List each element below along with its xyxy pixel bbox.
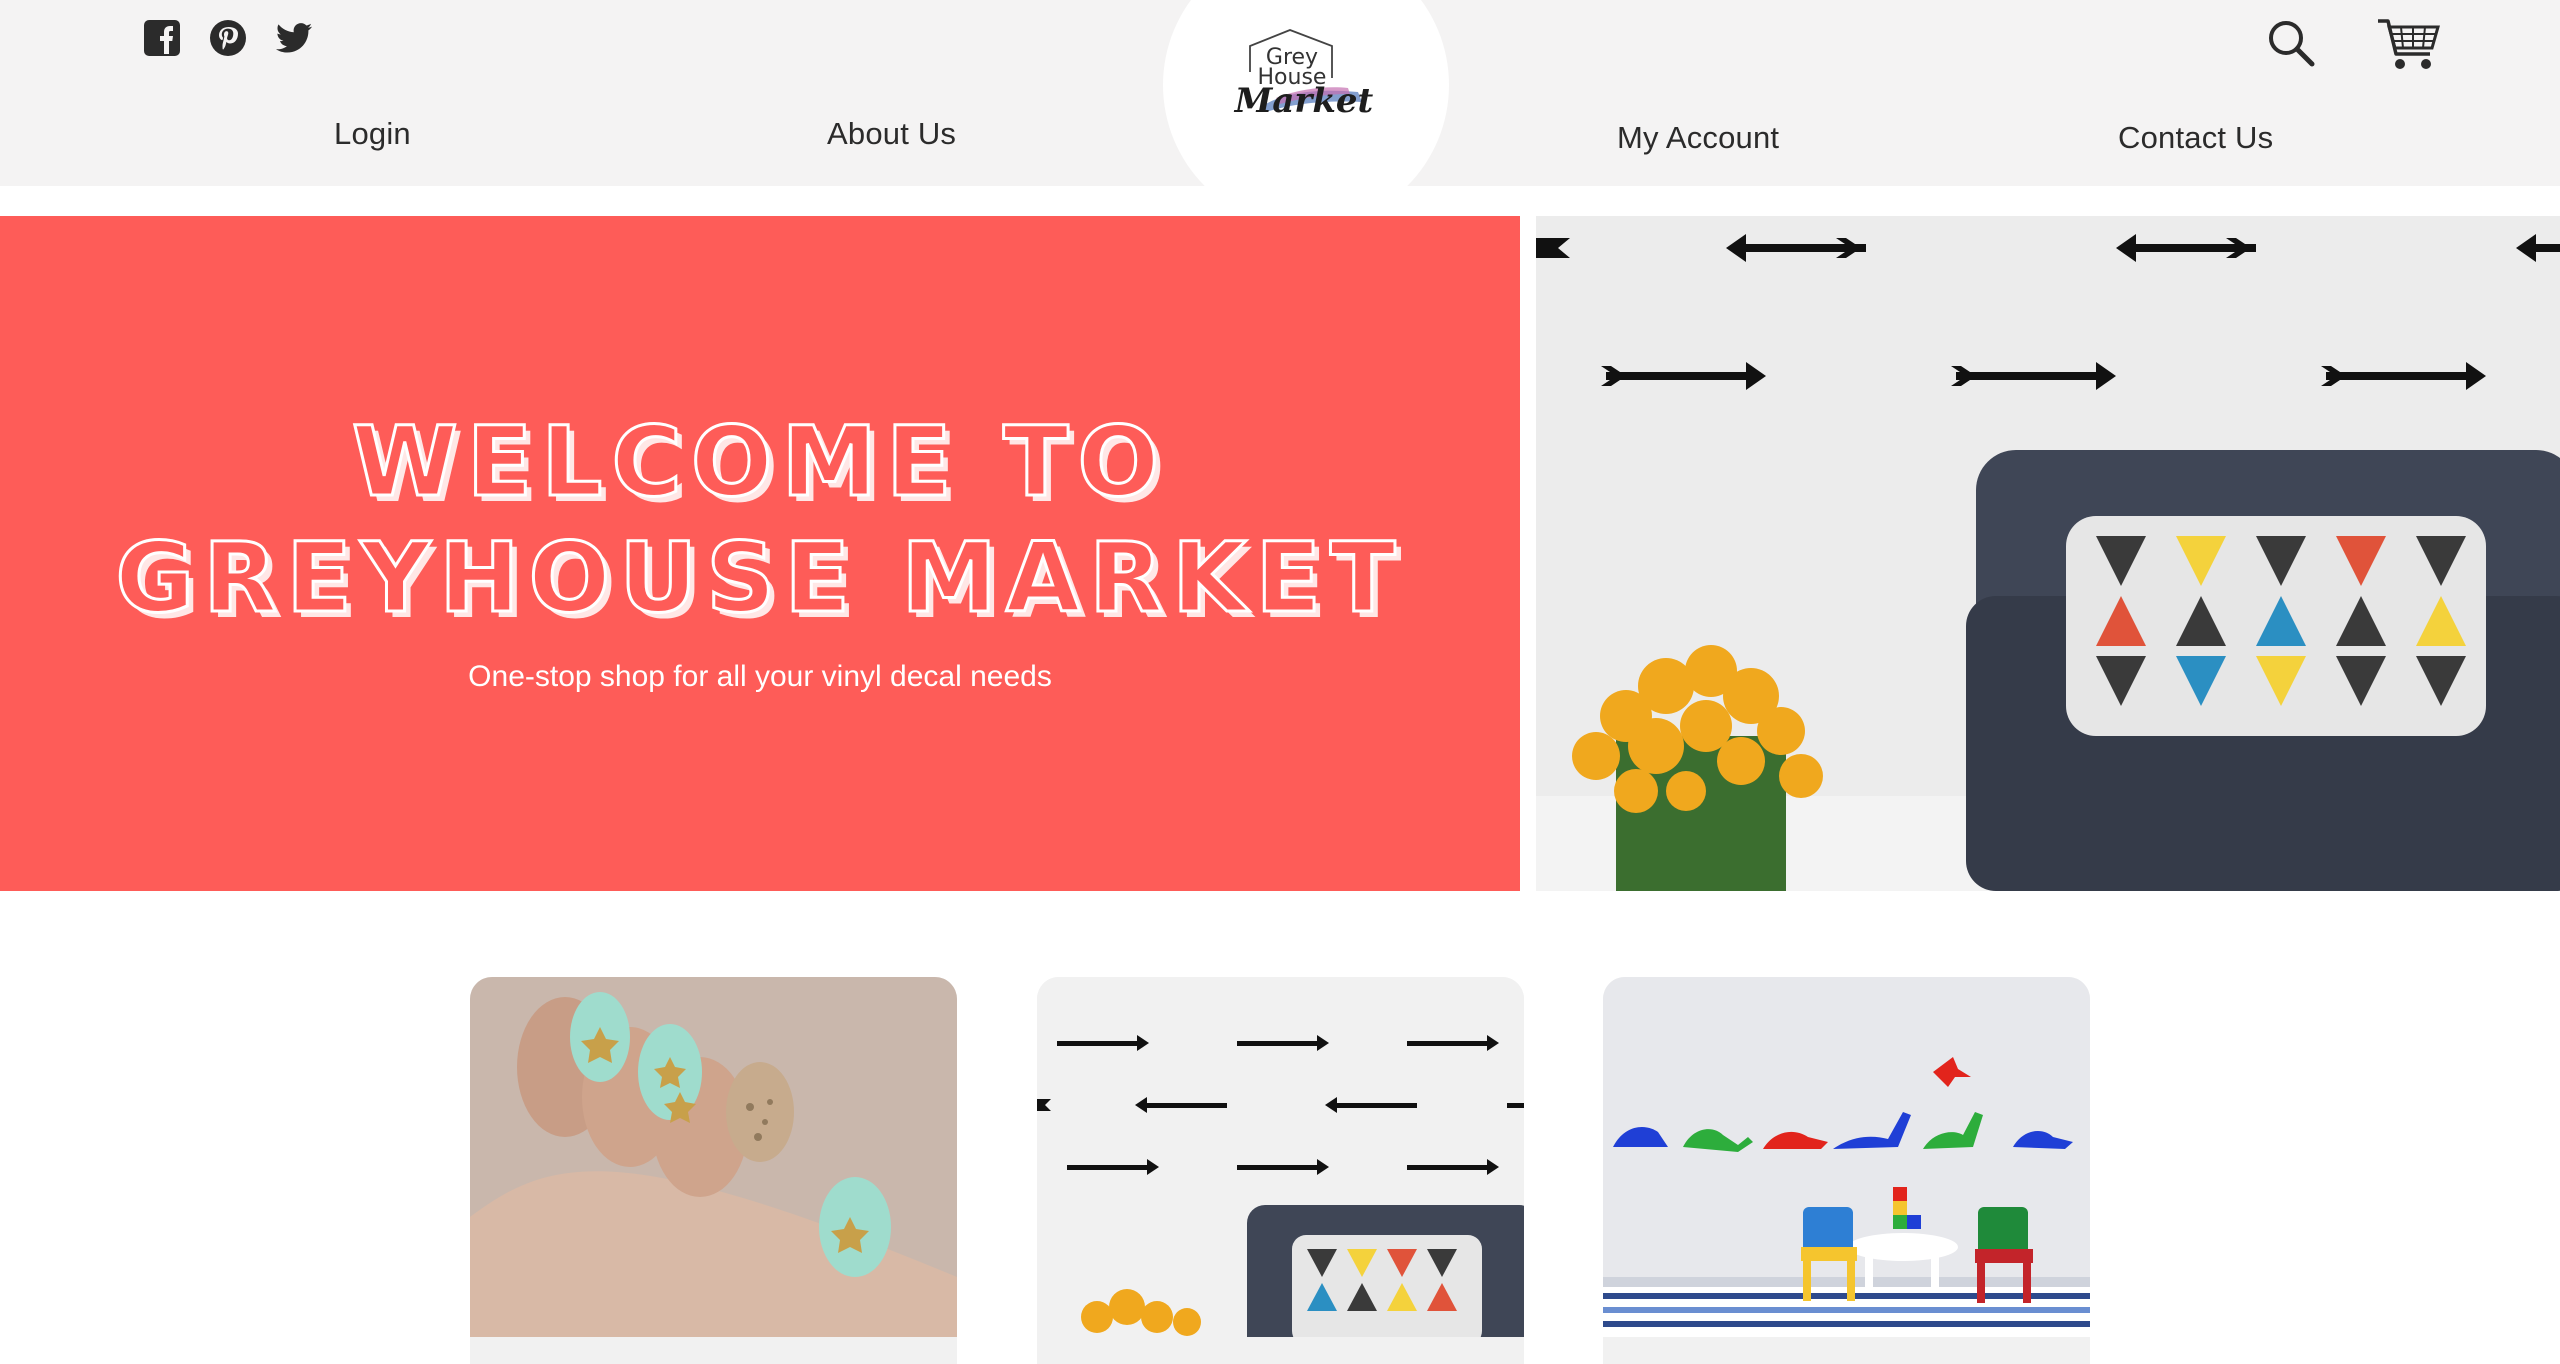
dinosaur-wall-decals-card[interactable] xyxy=(1603,977,2090,1364)
hero-banner: WELCOME TO GREYHOUSE MARKET One-stop sho… xyxy=(0,216,1520,891)
facebook-icon[interactable] xyxy=(142,18,182,58)
logo-line3: Market xyxy=(1234,81,1374,121)
arrow-wall-decals-card[interactable] xyxy=(1037,977,1524,1364)
site-header: Login About Us Grey House Market My Acco… xyxy=(0,0,2560,228)
dinosaur-decals-image xyxy=(1603,977,2090,1337)
nav-my-account[interactable]: My Account xyxy=(1617,120,1779,156)
hero-image-arrows-sofa xyxy=(1536,216,2560,891)
search-icon[interactable] xyxy=(2266,18,2316,68)
cart-icon[interactable] xyxy=(2376,16,2442,74)
arrow-decals-image xyxy=(1037,977,1524,1337)
card-footer xyxy=(470,1337,957,1364)
hero-title-line1: WELCOME TO xyxy=(350,405,1169,520)
social-links xyxy=(142,18,314,58)
nail-decals-image xyxy=(470,977,957,1337)
hero-title-line2: GREYHOUSE MARKET xyxy=(114,521,1405,636)
nav-contact-us[interactable]: Contact Us xyxy=(2118,120,2273,156)
hero-title: WELCOME TO GREYHOUSE MARKET xyxy=(0,404,1520,636)
logo-image: Grey House Market xyxy=(1234,29,1374,121)
hero-subtitle: One-stop shop for all your vinyl decal n… xyxy=(468,660,1052,693)
twitter-icon[interactable] xyxy=(274,18,314,58)
nav-login[interactable]: Login xyxy=(334,116,411,152)
nail-decals-card[interactable] xyxy=(470,977,957,1364)
nav-about-us[interactable]: About Us xyxy=(827,116,956,152)
pinterest-icon[interactable] xyxy=(208,18,248,58)
card-footer xyxy=(1603,1337,2090,1364)
card-footer xyxy=(1037,1337,1524,1364)
